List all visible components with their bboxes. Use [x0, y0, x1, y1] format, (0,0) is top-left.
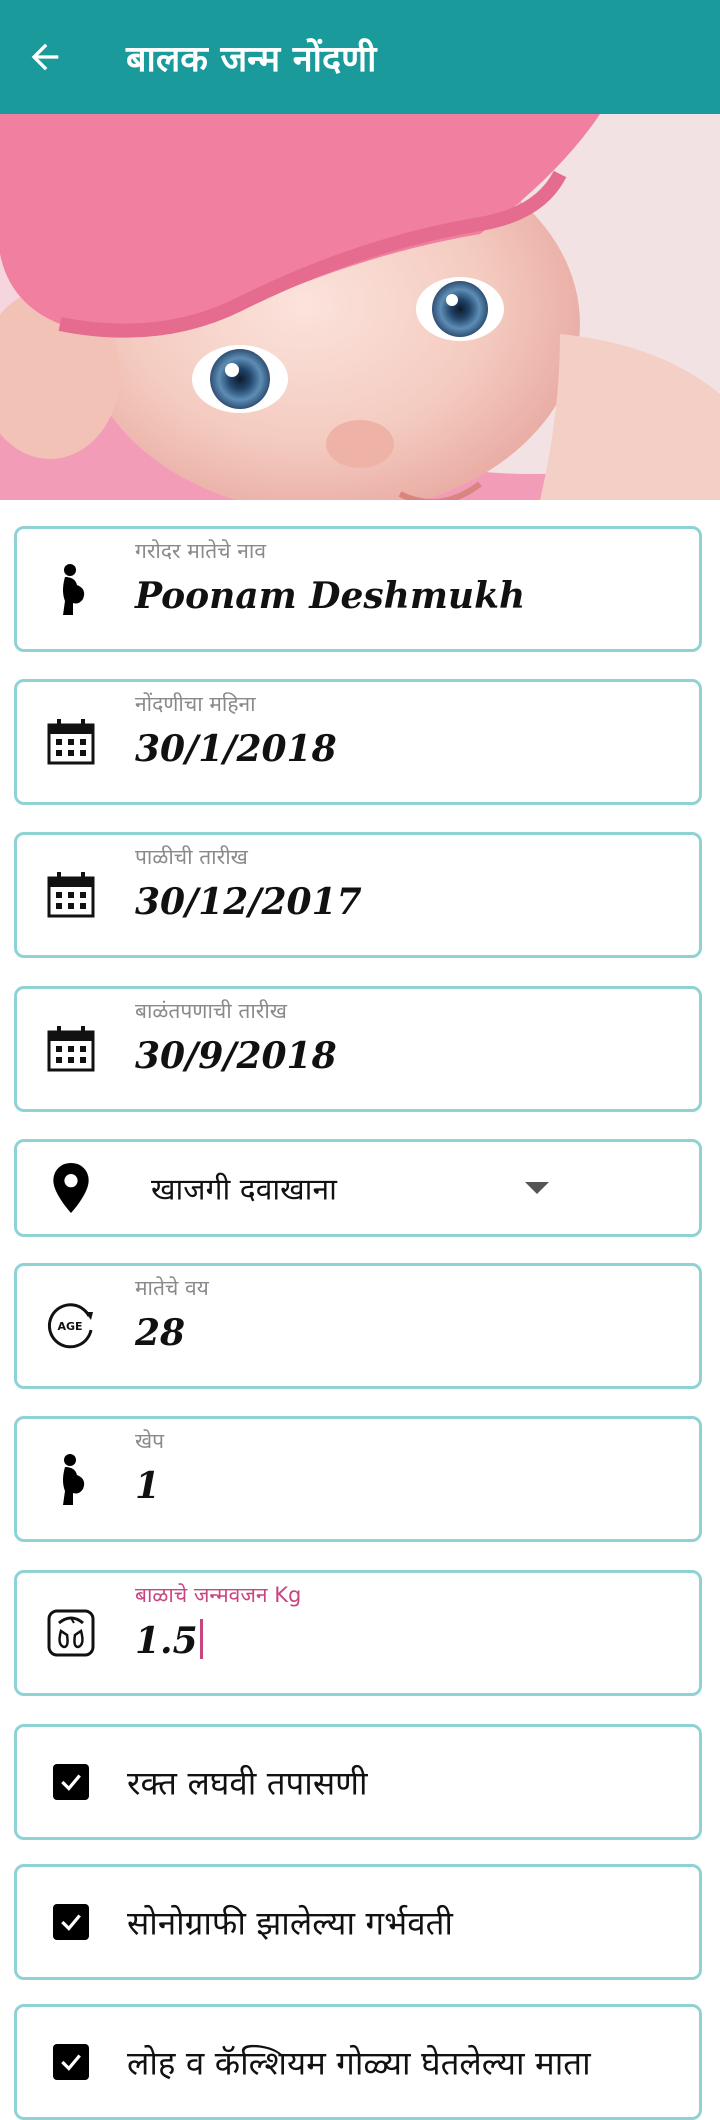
delivery-date-label: बाळंतपणाची तारीख — [135, 999, 287, 1023]
check-row-blood-urine[interactable]: रक्त लघवी तपासणी — [14, 1724, 702, 1840]
hero-baby-image — [0, 114, 720, 500]
app-bar: बालक जन्म नोंदणी — [0, 0, 720, 114]
check-label: लोह व कॅल्शियम गोळ्या घेतलेल्या माता — [127, 2043, 591, 2083]
mother-age-label: मातेचे वय — [135, 1276, 209, 1300]
arrow-left-icon — [31, 43, 59, 71]
page-title: बालक जन्म नोंदणी — [126, 38, 377, 80]
mother-name-label: गरोदर मातेचे नाव — [135, 539, 267, 563]
weighing-scale-icon — [45, 1607, 97, 1659]
calendar-icon — [45, 716, 97, 768]
registration-month-label: नोंदणीचा महिना — [135, 692, 256, 716]
mother-age-value[interactable]: 28 — [135, 1312, 185, 1354]
registration-month-field[interactable]: नोंदणीचा महिना 30/1/2018 — [14, 679, 702, 805]
registration-month-value[interactable]: 30/1/2018 — [135, 728, 337, 770]
delivery-date-field[interactable]: बाळंतपणाची तारीख 30/9/2018 — [14, 986, 702, 1112]
delivery-date-value[interactable]: 30/9/2018 — [135, 1035, 337, 1077]
age-icon: AGE — [45, 1300, 97, 1352]
calendar-icon — [45, 869, 97, 921]
svg-text:AGE: AGE — [57, 1320, 82, 1333]
gravida-field[interactable]: खेप 1 — [14, 1416, 702, 1542]
birth-weight-input[interactable]: 1.5 — [135, 1619, 203, 1662]
checkbox-checked-icon[interactable] — [53, 1904, 89, 1940]
period-date-label: पाळीची तारीख — [135, 845, 248, 869]
text-cursor — [199, 1619, 203, 1659]
location-pin-icon — [45, 1162, 97, 1214]
birth-weight-label: बाळाचे जन्मवजन Kg — [135, 1583, 302, 1607]
check-label: सोनोग्राफी झालेल्या गर्भवती — [127, 1903, 453, 1943]
back-button[interactable] — [0, 0, 90, 114]
pregnant-woman-icon — [45, 563, 97, 615]
birth-weight-field[interactable]: बाळाचे जन्मवजन Kg 1.5 — [14, 1570, 702, 1696]
checkbox-checked-icon[interactable] — [53, 2044, 89, 2080]
period-date-field[interactable]: पाळीची तारीख 30/12/2017 — [14, 832, 702, 958]
mother-age-field[interactable]: AGE मातेचे वय 28 — [14, 1263, 702, 1389]
period-date-value[interactable]: 30/12/2017 — [135, 881, 362, 923]
gravida-value[interactable]: 1 — [135, 1465, 160, 1507]
mother-name-value[interactable]: Poonam Deshmukh — [135, 575, 525, 617]
location-select[interactable]: खाजगी दवाखाना — [14, 1139, 702, 1237]
check-row-sonography[interactable]: सोनोग्राफी झालेल्या गर्भवती — [14, 1864, 702, 1980]
baby-photo — [0, 114, 720, 500]
gravida-label: खेप — [135, 1429, 165, 1453]
calendar-icon — [45, 1023, 97, 1075]
chevron-down-icon[interactable] — [525, 1182, 549, 1194]
birth-weight-value: 1.5 — [135, 1620, 198, 1662]
check-label: रक्त लघवी तपासणी — [127, 1763, 368, 1803]
check-row-iron-calcium[interactable]: लोह व कॅल्शियम गोळ्या घेतलेल्या माता — [14, 2004, 702, 2120]
checkbox-checked-icon[interactable] — [53, 1764, 89, 1800]
location-selected-value: खाजगी दवाखाना — [151, 1172, 337, 1208]
pregnant-woman-icon — [45, 1453, 97, 1505]
mother-name-field[interactable]: गरोदर मातेचे नाव Poonam Deshmukh — [14, 526, 702, 652]
